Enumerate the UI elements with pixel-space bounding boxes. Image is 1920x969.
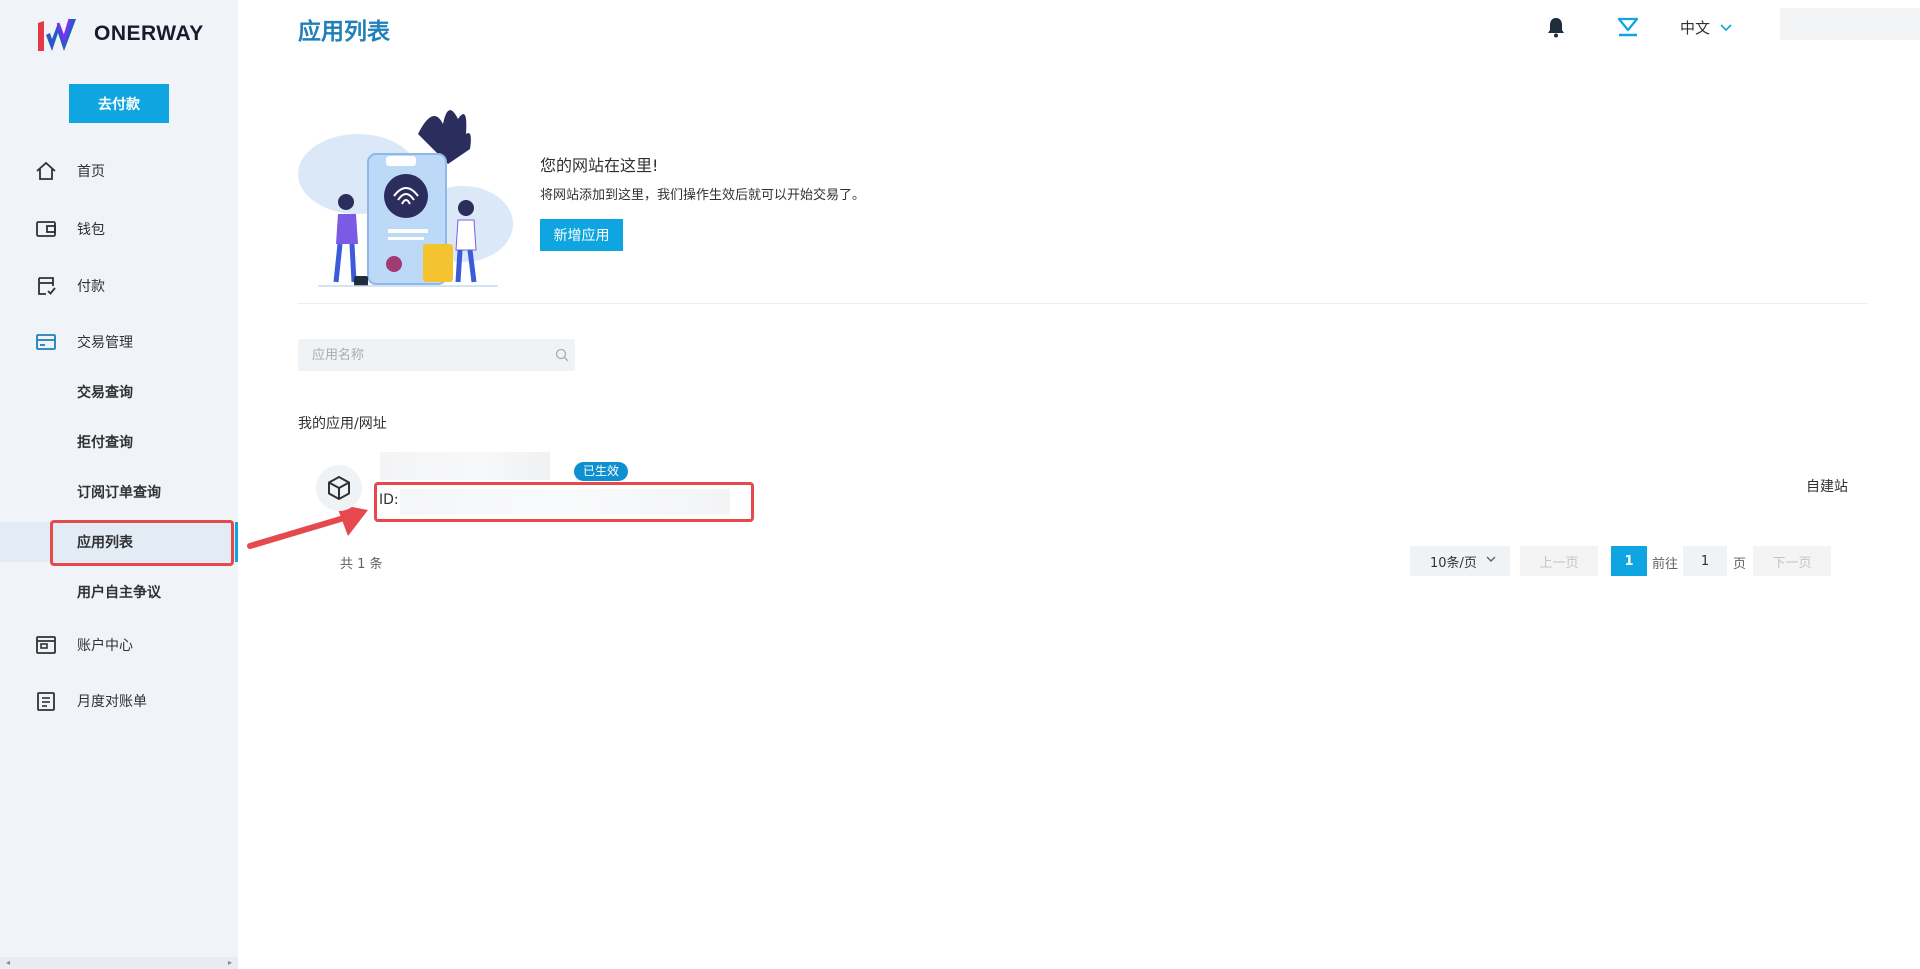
sidebar: ONERWAY 去付款 首页 钱包 付款 交易管理 交易查询 拒付查询 订阅订单…	[0, 0, 238, 969]
sidebar-horizontal-scrollbar[interactable]: ◂ ▸	[0, 957, 238, 969]
website-illustration-icon	[298, 110, 513, 287]
wallet-icon	[35, 218, 57, 240]
user-account-menu[interactable]	[1780, 8, 1920, 40]
sidebar-item-label: 交易管理	[77, 335, 133, 351]
sidebar-item-label: 订阅订单查询	[77, 485, 161, 501]
app-name-redacted[interactable]	[380, 452, 550, 480]
section-label: 我的应用/网址	[298, 416, 387, 432]
annotation-arrow-icon	[247, 504, 368, 549]
card-icon	[35, 331, 57, 353]
language-label: 中文	[1680, 19, 1711, 37]
goto-label: 前往	[1652, 557, 1679, 572]
sidebar-item-label: 账户中心	[77, 638, 133, 654]
sidebar-subitem-chargeback-query[interactable]: 拒付查询	[0, 422, 238, 462]
onerway-logo-icon	[38, 18, 76, 51]
scroll-left-icon[interactable]: ◂	[6, 957, 10, 969]
search-box	[298, 339, 575, 371]
cube-icon	[328, 476, 350, 500]
sidebar-item-transactions[interactable]: 交易管理	[0, 322, 238, 362]
page-size-select[interactable]: 10条/页	[1410, 546, 1510, 576]
sidebar-item-home[interactable]: 首页	[0, 151, 238, 191]
goto-page-input[interactable]	[1683, 546, 1727, 576]
app-name-search-input[interactable]	[298, 339, 548, 371]
chevron-down-icon	[1720, 23, 1732, 31]
search-icon[interactable]	[555, 348, 569, 362]
sidebar-item-wallet[interactable]: 钱包	[0, 209, 238, 249]
hero-description: 将网站添加到这里，我们操作生效后就可以开始交易了。	[540, 188, 866, 203]
pagination-total: 共 1 条	[340, 557, 383, 572]
sidebar-item-account-center[interactable]: 账户中心	[0, 625, 238, 665]
status-badge: 已生效	[574, 462, 629, 481]
brand-name: ONERWAY	[94, 22, 204, 45]
sidebar-item-label: 首页	[77, 164, 105, 180]
sidebar-item-label: 付款	[77, 279, 105, 295]
sidebar-item-label: 钱包	[77, 222, 105, 238]
sidebar-subitem-user-dispute[interactable]: 用户自主争议	[0, 572, 238, 612]
go-pay-button[interactable]: 去付款	[69, 84, 169, 123]
home-icon	[35, 160, 57, 182]
bell-icon[interactable]	[1546, 16, 1566, 38]
app-type: 自建站	[1806, 479, 1848, 495]
divider	[298, 303, 1868, 304]
sidebar-item-label: 用户自主争议	[77, 585, 161, 601]
sidebar-item-label: 拒付查询	[77, 435, 133, 451]
page-number-current[interactable]: 1	[1611, 546, 1647, 576]
download-icon[interactable]	[1616, 16, 1640, 38]
new-app-button[interactable]: 新增应用	[540, 219, 623, 251]
scroll-right-icon[interactable]: ▸	[228, 957, 232, 969]
account-icon	[35, 634, 57, 656]
app-avatar	[316, 465, 362, 511]
chevron-down-icon	[1486, 556, 1496, 562]
next-page-button[interactable]: 下一页	[1753, 546, 1831, 576]
sidebar-subitem-subscription-query[interactable]: 订阅订单查询	[0, 472, 238, 512]
annotation-highlight-app-id	[374, 482, 754, 522]
hero-heading: 您的网站在这里!	[540, 156, 659, 175]
prev-page-button[interactable]: 上一页	[1520, 546, 1598, 576]
language-selector[interactable]: 中文	[1680, 17, 1732, 38]
logo[interactable]: ONERWAY	[36, 14, 204, 54]
sidebar-item-label: 月度对账单	[77, 694, 147, 710]
page-size-value: 10条/页	[1430, 555, 1477, 571]
sidebar-item-monthly-statement[interactable]: 月度对账单	[0, 681, 238, 721]
annotation-highlight-app-list	[50, 520, 234, 566]
sidebar-item-payment[interactable]: 付款	[0, 266, 238, 306]
sidebar-item-label: 交易查询	[77, 385, 133, 401]
page-title: 应用列表	[298, 19, 390, 45]
sidebar-subitem-transaction-query[interactable]: 交易查询	[0, 372, 238, 412]
statement-icon	[35, 690, 57, 712]
payment-icon	[35, 275, 57, 297]
page-suffix: 页	[1733, 557, 1747, 572]
